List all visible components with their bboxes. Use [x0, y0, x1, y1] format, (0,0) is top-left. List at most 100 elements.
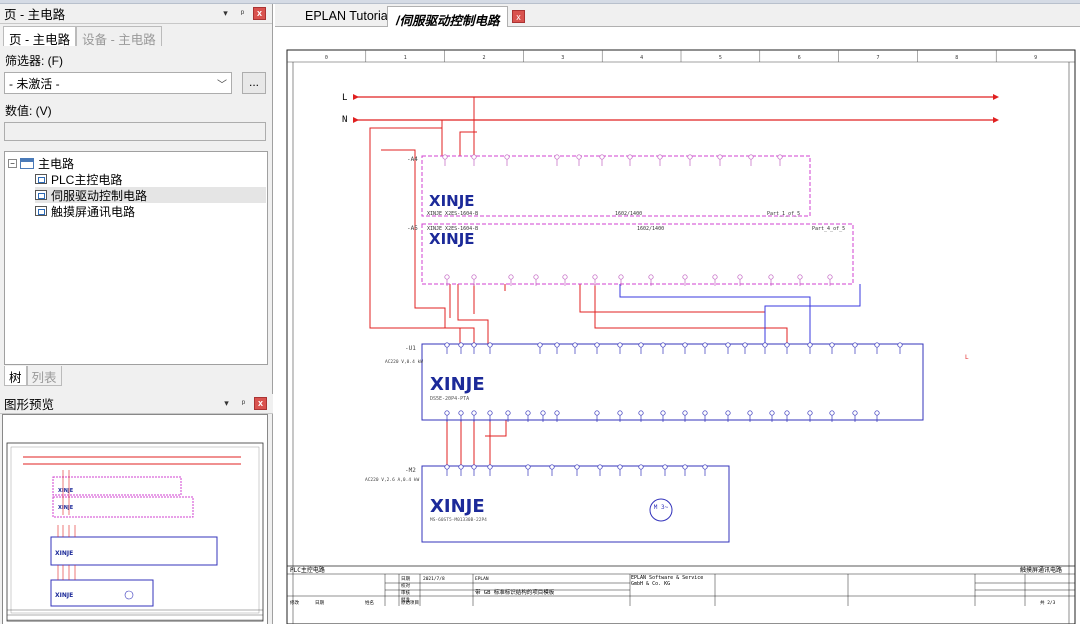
tab-list[interactable]: 列表: [26, 366, 62, 386]
device-A5-brand: XINJE: [429, 230, 475, 248]
terminal-point: [508, 274, 514, 280]
tree-root[interactable]: − 主电路: [8, 155, 74, 171]
terminal-point: [525, 464, 531, 470]
terminal-point: [648, 274, 654, 280]
terminal-point: [829, 410, 835, 416]
panel-pin-icon[interactable]: ᵖ: [236, 7, 249, 20]
terminal-point: [638, 410, 644, 416]
svg-text:XINJE: XINJE: [58, 505, 74, 511]
collapse-icon[interactable]: −: [8, 158, 17, 168]
terminal-point: [444, 274, 450, 280]
column-number: 5: [719, 55, 722, 61]
title-bottom-revision: 修改: [290, 599, 299, 606]
close-tab-icon[interactable]: x: [512, 10, 525, 23]
terminal-point: [829, 342, 835, 348]
terminal-point: [807, 342, 813, 348]
svg-text:XINJE: XINJE: [55, 550, 73, 557]
title-row-date: 日期: [401, 576, 410, 582]
device-A5-extra: 1602/1400: [637, 226, 664, 232]
terminal-point: [594, 342, 600, 348]
terminal-point: [617, 342, 623, 348]
pages-panel-title: 页 - 主电路: [4, 8, 66, 22]
tree-item-touchscreen[interactable]: 触摸屏通讯电路: [35, 203, 135, 219]
title-project: 带 GB 标准标识结构的项目模板: [475, 588, 555, 596]
tree-item-servo[interactable]: 伺服驱动控制电路: [35, 187, 266, 203]
filter-value: - 未激活 -: [9, 76, 60, 91]
terminal-point: [682, 464, 688, 470]
terminal-point: [874, 410, 880, 416]
title-company-full: EPLAN Software & Service GmbH & Co. KG: [631, 575, 704, 587]
terminal-point: [471, 410, 477, 416]
terminal-point: [471, 274, 477, 280]
terminal-point: [533, 274, 539, 280]
terminal-point: [487, 410, 493, 416]
panel-dropdown-icon[interactable]: ▾: [219, 7, 232, 20]
tree-bottom-tabs: 树 列表: [4, 366, 62, 386]
filter-options-button[interactable]: ...: [242, 72, 266, 94]
title-bottom-name: 姓名: [365, 599, 374, 606]
panel-pin-icon[interactable]: ᵖ: [237, 397, 250, 410]
terminal-point: [682, 274, 688, 280]
terminal-point: [807, 410, 813, 416]
device-A5-part: XINJE X2ES-1604-B: [427, 226, 478, 232]
filter-label: 筛选器: (F): [5, 54, 63, 68]
terminal-point: [897, 342, 903, 348]
schematic-page-icon: [35, 190, 47, 200]
column-number: 8: [955, 55, 958, 61]
pages-panel-header: 页 - 主电路 ▾ ᵖ x: [0, 4, 272, 24]
tree-root-label: 主电路: [38, 156, 75, 171]
device-U1-terminals: [444, 342, 903, 422]
title-company-short: EPLAN: [475, 576, 489, 582]
terminal-point: [777, 154, 783, 160]
terminal-point: [747, 410, 753, 416]
document-tab-bar: EPLAN Tutorials /伺服驱动控制电路 x: [275, 4, 1080, 28]
column-number: 7: [876, 55, 879, 61]
terminal-point: [471, 342, 477, 348]
schematic-canvas[interactable]: 0 1 2 3 4 5 6 7 8 9 L N -A4 XINJE XINJE X2ES-1604…: [275, 28, 1080, 624]
panel-close-icon[interactable]: x: [254, 397, 267, 410]
terminal-point: [657, 154, 663, 160]
device-A4-extra: 1602/1400: [615, 211, 642, 217]
panel-close-icon[interactable]: x: [253, 7, 266, 20]
terminal-point: [662, 464, 668, 470]
terminal-point: [702, 464, 708, 470]
column-number: 6: [798, 55, 801, 61]
tab-devices[interactable]: 设备 - 主电路: [76, 26, 162, 47]
title-bottom-origin: 原始项目: [401, 599, 419, 606]
device-A4-box: [421, 155, 811, 217]
rail-label-N: N: [342, 115, 347, 125]
device-M2-brand: XINJE: [430, 496, 485, 517]
tab-tree[interactable]: 树: [4, 366, 27, 386]
terminal-point: [458, 342, 464, 348]
page-tree: − 主电路 PLC主控电路 伺服驱动控制电路 触摸屏通讯电路: [4, 151, 268, 365]
column-number: 1: [404, 55, 407, 61]
rail-label-L: L: [342, 93, 347, 103]
terminal-point: [725, 410, 731, 416]
device-U1-part: DS5E-20P4-PTA: [430, 396, 469, 402]
terminal-point: [687, 154, 693, 160]
terminal-point: [599, 154, 605, 160]
column-markers: 0 1 2 3 4 5 6 7 8 9: [325, 50, 1037, 62]
device-A5-tag: -A5: [407, 225, 418, 232]
value-field[interactable]: [4, 122, 266, 141]
terminal-point: [768, 274, 774, 280]
tab-pages[interactable]: 页 - 主电路: [3, 26, 77, 47]
column-number: 9: [1034, 55, 1037, 61]
terminal-point: [874, 342, 880, 348]
panel-dropdown-icon[interactable]: ▾: [220, 397, 233, 410]
terminal-point: [487, 464, 493, 470]
schematic-drawing: 0 1 2 3 4 5 6 7 8 9 L N -A4 XINJE XINJE X2ES-1604…: [286, 49, 1076, 624]
device-A4-brand: XINJE: [429, 192, 475, 210]
terminal-point: [487, 342, 493, 348]
tab-servo-drive-page[interactable]: /伺服驱动控制电路: [387, 6, 509, 28]
tree-item-label: 伺服驱动控制电路: [51, 188, 148, 203]
filter-select[interactable]: - 未激活 - ﹀: [4, 72, 232, 94]
terminal-point: [702, 410, 708, 416]
terminal-point: [852, 410, 858, 416]
title-row-check: 校对: [401, 582, 410, 589]
tree-item-plc[interactable]: PLC主控电路: [35, 171, 122, 187]
svg-text:XINJE: XINJE: [55, 592, 73, 599]
terminal-point: [737, 274, 743, 280]
terminal-point: [660, 342, 666, 348]
terminal-point: [525, 410, 531, 416]
